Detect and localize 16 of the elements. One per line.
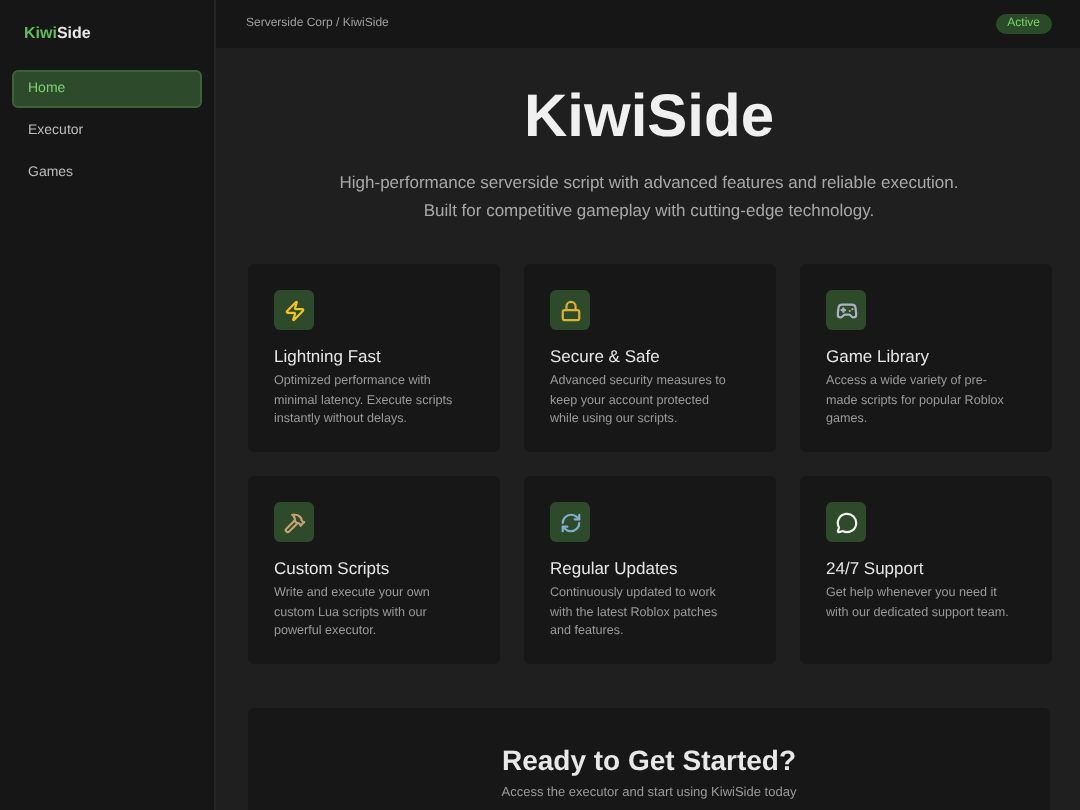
feature-title: Regular Updates bbox=[550, 558, 680, 578]
feature-title: Lightning Fast bbox=[274, 346, 383, 366]
lightning-icon bbox=[274, 290, 314, 330]
hero-subtitle: High-performance serverside script with advanced features and reliable execution. Built for competitive gameplay with cutting-edge technology. bbox=[337, 170, 961, 224]
feature-title: 24/7 Support bbox=[826, 558, 926, 578]
hammer-icon bbox=[274, 502, 314, 542]
hero-title: KiwiSide bbox=[521, 84, 777, 152]
chat-icon bbox=[826, 502, 866, 542]
feature-title: Custom Scripts bbox=[274, 558, 392, 578]
refresh-icon bbox=[550, 502, 590, 542]
cta-title: Ready to Get Started? bbox=[499, 744, 799, 776]
lock-icon bbox=[550, 290, 590, 330]
feature-title: Game Library bbox=[826, 346, 931, 366]
feature-title: Secure & Safe bbox=[550, 346, 662, 366]
gamepad-icon bbox=[826, 290, 866, 330]
logo: KiwiSide bbox=[22, 22, 93, 46]
